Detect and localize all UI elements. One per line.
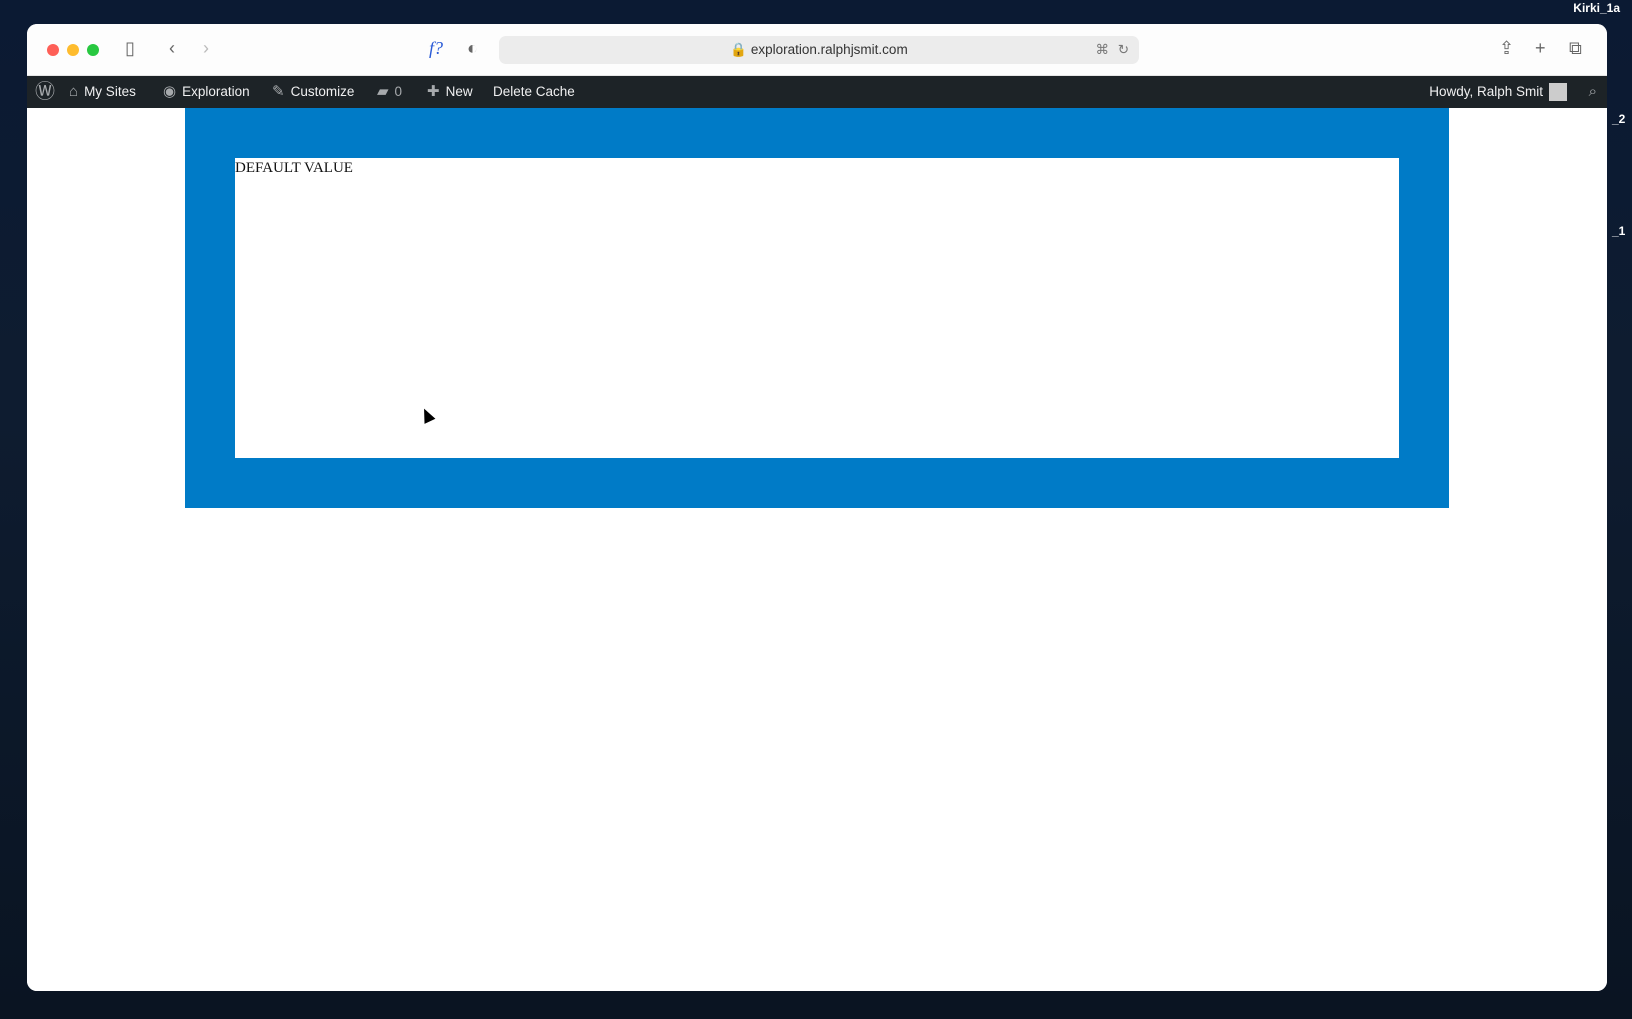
translate-icon[interactable]: ⌘ — [1096, 36, 1110, 64]
close-button[interactable] — [47, 44, 59, 56]
tabs-overview-icon[interactable]: ⧉ — [1569, 38, 1582, 59]
wordpress-logo-icon[interactable]: Ⓦ — [35, 76, 55, 108]
sidebar-icon[interactable]: ▯ — [125, 38, 135, 59]
my-sites-menu[interactable]: ⌂ My Sites — [69, 76, 136, 108]
address-bar[interactable]: 🔒 exploration.ralphjsmit.com ↻ ⌘ — [499, 36, 1139, 64]
search-icon[interactable]: ⌕ — [1589, 76, 1597, 108]
account-menu[interactable]: Howdy, Ralph Smit — [1429, 76, 1567, 108]
avatar — [1549, 83, 1567, 101]
comment-icon: ▰ — [377, 83, 389, 100]
site-menu[interactable]: ◉ Exploration — [163, 76, 250, 108]
desktop-file-label[interactable]: _2 — [1612, 112, 1625, 126]
extension-button[interactable]: f? — [429, 38, 443, 59]
url-text: exploration.ralphjsmit.com — [750, 42, 908, 57]
desktop-file-label[interactable]: _1 — [1612, 224, 1625, 238]
default-value-text: DEFAULT VALUE — [235, 160, 353, 176]
forward-icon[interactable]: › — [203, 38, 209, 59]
minimize-button[interactable] — [67, 44, 79, 56]
page-content: DEFAULT VALUE — [27, 108, 1607, 991]
back-icon[interactable]: ‹ — [169, 38, 175, 59]
desktop-file-label[interactable]: Kirki_1a — [1573, 1, 1620, 15]
maximize-button[interactable] — [87, 44, 99, 56]
shield-icon[interactable]: ◐ — [467, 38, 478, 59]
text-panel: DEFAULT VALUE — [235, 158, 1399, 458]
dashboard-icon: ◉ — [163, 83, 177, 100]
delete-cache-button[interactable]: Delete Cache — [493, 76, 575, 108]
brush-icon: ✎ — [272, 83, 285, 100]
plus-icon: ✚ — [427, 83, 440, 100]
new-tab-icon[interactable]: + — [1535, 38, 1546, 59]
wp-admin-bar: Ⓦ ⌂ My Sites ◉ Exploration ✎ Customize ▰ 0 ✚… — [27, 76, 1607, 108]
comments-link[interactable]: ▰ 0 — [377, 76, 402, 108]
share-icon[interactable]: ⇪ — [1499, 38, 1514, 59]
new-content-menu[interactable]: ✚ New — [427, 76, 473, 108]
browser-window: ▯ ‹ › f? ◐ 🔒 exploration.ralphjsmit.com … — [27, 24, 1607, 991]
title-bar: ▯ ‹ › f? ◐ 🔒 exploration.ralphjsmit.com … — [27, 24, 1607, 76]
blue-container: DEFAULT VALUE — [185, 108, 1449, 508]
sites-icon: ⌂ — [69, 83, 79, 100]
customize-link[interactable]: ✎ Customize — [272, 76, 354, 108]
reload-icon[interactable]: ↻ — [1118, 36, 1129, 64]
